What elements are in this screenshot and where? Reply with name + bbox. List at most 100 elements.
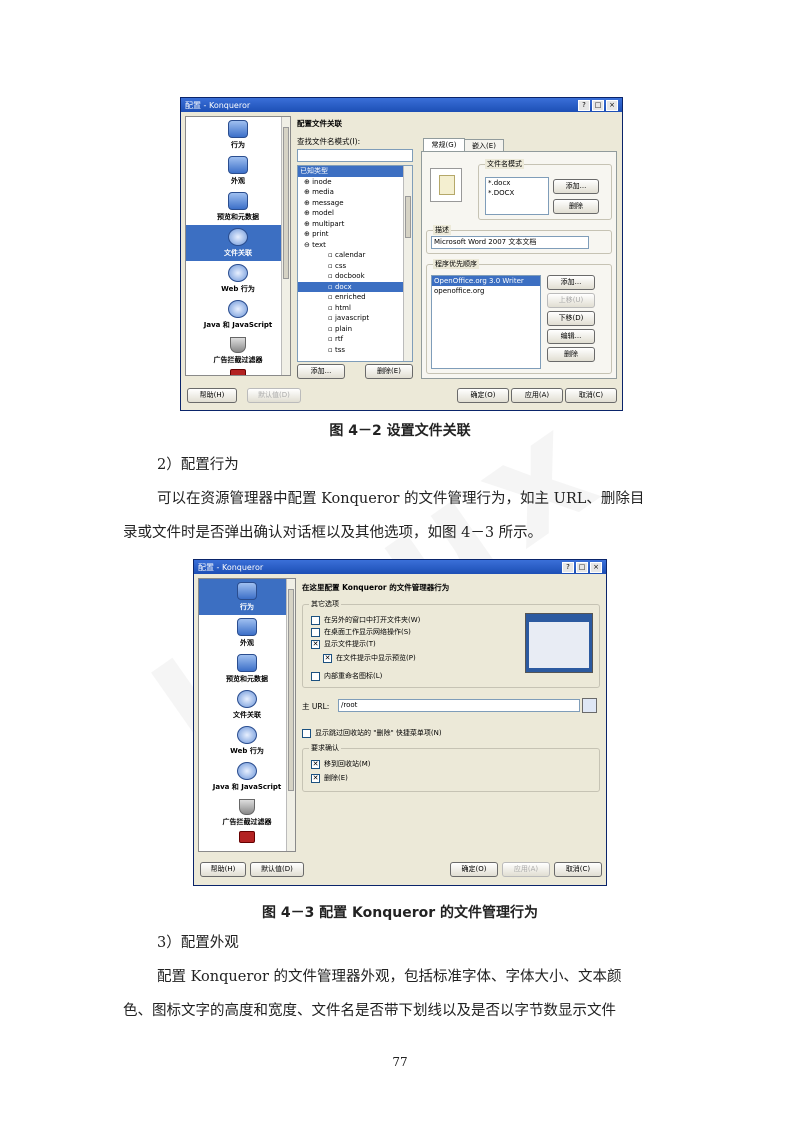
close-icon[interactable]: × — [606, 99, 618, 111]
sidebar-item-more[interactable] — [199, 831, 295, 845]
ok-button[interactable]: 确定(O) — [457, 388, 509, 403]
scrollbar-thumb[interactable] — [405, 196, 411, 238]
tree-item[interactable]: ⊕ inode — [298, 177, 412, 188]
tree-item[interactable]: ▫ docbook — [298, 271, 412, 282]
tree-remove-button[interactable]: 删除(E) — [365, 364, 413, 379]
folder-browse-icon[interactable] — [582, 698, 597, 713]
mime-type-tree[interactable]: 已知类型 ⊕ inode ⊕ media ⊕ message ⊕ model ⊕… — [297, 165, 413, 362]
tree-header[interactable]: 已知类型 — [298, 166, 412, 177]
tree-item[interactable]: ⊕ print — [298, 229, 412, 240]
checkbox-box[interactable] — [311, 671, 320, 681]
move-down-button[interactable]: 下移(D) — [547, 311, 595, 326]
tree-item[interactable]: ▫ tss — [298, 345, 412, 356]
ok-button[interactable]: 确定(O) — [450, 862, 498, 877]
sidebar-item-previews[interactable]: 预览和元数据 — [186, 189, 290, 225]
checkbox-box[interactable] — [311, 627, 320, 637]
sidebar-item-appearance[interactable]: 外观 — [199, 615, 295, 651]
sidebar-item-file-associations[interactable]: 文件关联 — [199, 687, 295, 723]
show-network-ops-checkbox[interactable]: 在桌面工作显示网络操作(S) — [311, 627, 411, 637]
list-item-selected[interactable]: OpenOffice.org 3.0 Writer — [432, 276, 540, 286]
open-folders-separate-window-checkbox[interactable]: 在另外的窗口中打开文件夹(W) — [311, 615, 420, 625]
app-remove-button[interactable]: 删除 — [547, 347, 595, 362]
help-button[interactable]: 帮助(H) — [200, 862, 246, 877]
show-delete-menu-entry-checkbox[interactable]: 显示跳过回收站的 "删除" 快捷菜单项(N) — [302, 728, 442, 738]
checkbox-box[interactable]: ✕ — [311, 639, 320, 649]
sidebar-item-previews[interactable]: 预览和元数据 — [199, 651, 295, 687]
move-up-button[interactable]: 上移(U) — [547, 293, 595, 308]
description-input[interactable]: Microsoft Word 2007 文本文档 — [431, 236, 589, 249]
checkbox-box[interactable] — [311, 615, 320, 625]
sidebar-item-behavior[interactable]: 行为 — [199, 579, 295, 615]
rename-icons-inline-checkbox[interactable]: 内部重命名图标(L) — [311, 671, 382, 681]
tree-item[interactable]: ▫ css — [298, 261, 412, 272]
sidebar-scrollbar[interactable] — [281, 117, 290, 375]
list-item[interactable]: *.DOCX — [486, 188, 548, 198]
tree-item[interactable]: ⊕ model — [298, 208, 412, 219]
tree-item[interactable]: ⊕ multipart — [298, 219, 412, 230]
list-item[interactable]: openoffice.org — [432, 286, 540, 296]
tree-item[interactable]: ▫ html — [298, 303, 412, 314]
sidebar-item-label: 行为 — [231, 141, 245, 149]
tree-item[interactable]: ▫ rtf — [298, 334, 412, 345]
tree-item[interactable]: ▫ javascript — [298, 313, 412, 324]
app-list[interactable]: OpenOffice.org 3.0 Writer openoffice.org — [431, 275, 541, 369]
scrollbar-thumb[interactable] — [283, 127, 289, 279]
tree-item[interactable]: ⊕ message — [298, 198, 412, 209]
sidebar-item-adblock[interactable]: 广告拦截过滤器 — [199, 795, 295, 831]
app-edit-button[interactable]: 编辑... — [547, 329, 595, 344]
tab-general[interactable]: 常规(G) — [423, 138, 465, 152]
checkbox-box[interactable]: ✕ — [311, 773, 320, 783]
maximize-icon[interactable]: □ — [592, 99, 604, 111]
confirm-delete-checkbox[interactable]: ✕ 删除(E) — [311, 773, 348, 783]
plugin-icon — [239, 831, 255, 843]
help-icon[interactable]: ? — [562, 561, 574, 573]
tree-item[interactable]: ⊖ text — [298, 240, 412, 251]
tree-scrollbar[interactable] — [403, 166, 412, 361]
home-url-input[interactable]: /root — [338, 699, 580, 712]
sidebar-scrollbar[interactable] — [286, 579, 295, 851]
paragraph-line: 录或文件时是否弹出确认对话框以及其他选项，如图 4－3 所示。 — [123, 525, 543, 541]
show-previews-in-tips-checkbox[interactable]: ✕ 在文件提示中显示预览(P) — [323, 653, 416, 663]
sidebar-item-more[interactable] — [186, 369, 290, 375]
sidebar-item-file-associations[interactable]: 文件关联 — [186, 225, 290, 261]
search-input[interactable] — [297, 149, 413, 162]
tree-item[interactable]: ▫ enriched — [298, 292, 412, 303]
tree-item[interactable]: ▫ plain — [298, 324, 412, 335]
globe-icon — [228, 300, 248, 318]
app-add-button[interactable]: 添加... — [547, 275, 595, 290]
apply-button[interactable]: 应用(A) — [511, 388, 563, 403]
pattern-remove-button[interactable]: 删除 — [553, 199, 599, 214]
help-icon[interactable]: ? — [578, 99, 590, 111]
tree-item[interactable]: ▫ calendar — [298, 250, 412, 261]
figure-caption-2: 图 4－3 配置 Konqueror 的文件管理行为 — [261, 905, 539, 921]
file-type-icon[interactable] — [430, 168, 462, 202]
sidebar-item-web-behavior[interactable]: Web 行为 — [199, 723, 295, 759]
pattern-list[interactable]: *.docx *.DOCX — [485, 177, 549, 215]
checkbox-box[interactable] — [302, 728, 311, 738]
close-icon[interactable]: × — [590, 561, 602, 573]
checkbox-box[interactable]: ✕ — [311, 759, 320, 769]
defaults-button[interactable]: 默认值(D) — [250, 862, 304, 877]
apply-button[interactable]: 应用(A) — [502, 862, 550, 877]
sidebar-item-java-javascript[interactable]: Java 和 JavaScript — [199, 759, 295, 795]
checkbox-box[interactable]: ✕ — [323, 653, 332, 663]
defaults-button[interactable]: 默认值(D) — [247, 388, 301, 403]
show-file-tips-checkbox[interactable]: ✕ 显示文件提示(T) — [311, 639, 376, 649]
sidebar-item-web-behavior[interactable]: Web 行为 — [186, 261, 290, 297]
scrollbar-thumb[interactable] — [288, 589, 294, 791]
sidebar-item-appearance[interactable]: 外观 — [186, 153, 290, 189]
sidebar-item-label: Java 和 JavaScript — [203, 321, 273, 329]
sidebar-item-adblock[interactable]: 广告拦截过滤器 — [186, 333, 290, 369]
tree-add-button[interactable]: 添加... — [297, 364, 345, 379]
pattern-add-button[interactable]: 添加... — [553, 179, 599, 194]
list-item[interactable]: *.docx — [486, 178, 548, 188]
cancel-button[interactable]: 取消(C) — [554, 862, 602, 877]
sidebar-item-java-javascript[interactable]: Java 和 JavaScript — [186, 297, 290, 333]
tree-item-selected[interactable]: ▫ docx — [298, 281, 412, 292]
sidebar-item-behavior[interactable]: 行为 — [186, 117, 290, 153]
confirm-move-trash-checkbox[interactable]: ✕ 移到回收站(M) — [311, 759, 371, 769]
tree-item[interactable]: ⊕ media — [298, 187, 412, 198]
cancel-button[interactable]: 取消(C) — [565, 388, 617, 403]
maximize-icon[interactable]: □ — [576, 561, 588, 573]
help-button[interactable]: 帮助(H) — [187, 388, 237, 403]
